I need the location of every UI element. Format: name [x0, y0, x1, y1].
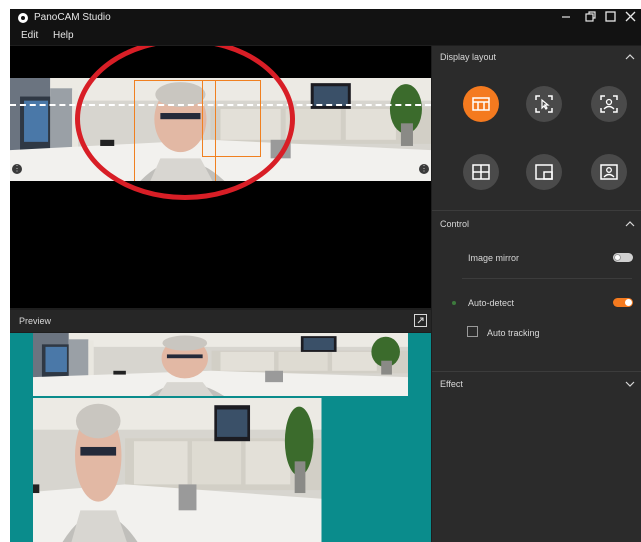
preview-top-strip [33, 333, 408, 396]
manual-select-icon [535, 95, 553, 113]
section-divider [432, 210, 641, 211]
auto-tracking-checkbox[interactable] [467, 326, 478, 337]
panorama-view[interactable]: ⋮ ⋮ [10, 46, 431, 308]
preview-label: Preview [19, 316, 52, 326]
preview-speaker-view [33, 398, 408, 542]
control-title: Control [440, 219, 470, 229]
grid-layout-button[interactable] [463, 154, 499, 190]
picture-in-picture-layout-button[interactable] [526, 154, 562, 190]
pan-right-handle[interactable]: ⋮ [419, 164, 429, 174]
preview-area [10, 333, 431, 542]
effect-header[interactable]: Effect [432, 373, 641, 395]
grid-layout-icon [472, 164, 490, 180]
app-title: PanoCAM Studio [34, 12, 111, 23]
speaker-focus-icon [600, 95, 618, 113]
presenter-icon [600, 164, 618, 180]
close-icon[interactable] [622, 9, 640, 25]
restore-icon[interactable] [582, 9, 600, 25]
menu-edit[interactable]: Edit [21, 30, 38, 41]
image-mirror-toggle[interactable] [613, 253, 633, 262]
preview-header: Preview [10, 310, 431, 332]
menu-bar: Edit Help [10, 27, 641, 45]
chevron-up-icon [625, 221, 635, 227]
pan-left-handle[interactable]: ⋮ [12, 164, 22, 174]
auto-detect-label: Auto-detect [468, 298, 515, 308]
picture-in-picture-icon [535, 164, 553, 180]
panorama-layout-icon [472, 97, 490, 111]
chevron-down-icon [625, 381, 635, 387]
maximize-icon[interactable] [602, 9, 620, 25]
panorama-layout-button[interactable] [463, 86, 499, 122]
control-divider [462, 278, 632, 279]
status-dot [452, 301, 456, 305]
title-bar: PanoCAM Studio [10, 9, 641, 27]
speaker-focus-layout-button[interactable] [591, 86, 627, 122]
section-divider [432, 371, 641, 372]
expand-preview-icon[interactable] [414, 314, 427, 327]
display-layout-title: Display layout [440, 52, 497, 62]
display-layout-header[interactable]: Display layout [432, 46, 641, 68]
minimize-icon[interactable] [558, 9, 576, 25]
presenter-layout-button[interactable] [591, 154, 627, 190]
control-header[interactable]: Control [432, 213, 641, 235]
settings-panel: Display layout Control Image mirror Auto… [432, 46, 641, 542]
chevron-up-icon [625, 54, 635, 60]
menu-help[interactable]: Help [53, 30, 74, 41]
effect-title: Effect [440, 379, 463, 389]
auto-tracking-label: Auto tracking [487, 328, 540, 338]
auto-detect-toggle[interactable] [613, 298, 633, 307]
image-mirror-label: Image mirror [468, 253, 520, 263]
app-window: PanoCAM Studio Edit Help ⋮ ⋮ Preview Dis… [10, 9, 641, 542]
manual-select-layout-button[interactable] [526, 86, 562, 122]
app-logo-icon [18, 13, 28, 23]
